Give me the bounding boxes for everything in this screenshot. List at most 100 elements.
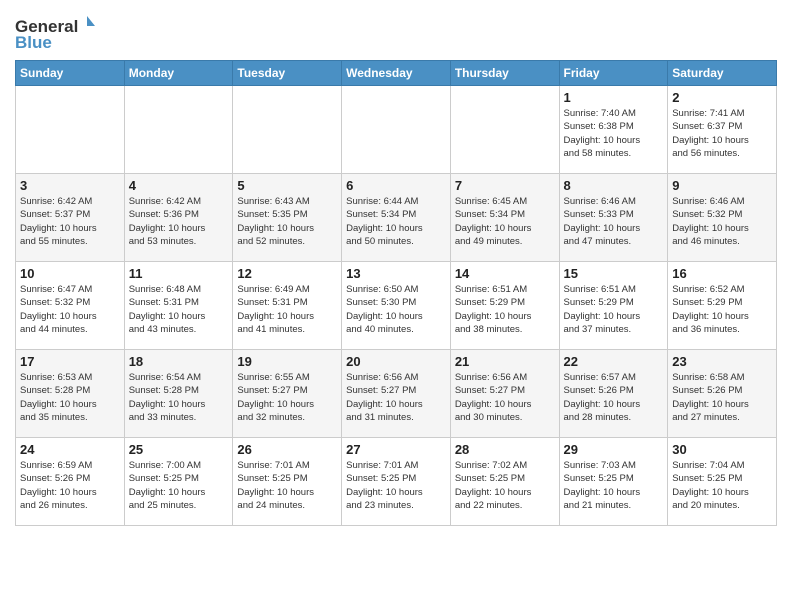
day-number: 5 xyxy=(237,178,337,193)
day-header-thursday: Thursday xyxy=(450,61,559,86)
day-number: 11 xyxy=(129,266,229,281)
day-info: Sunrise: 6:48 AM Sunset: 5:31 PM Dayligh… xyxy=(129,283,229,336)
calendar-header: SundayMondayTuesdayWednesdayThursdayFrid… xyxy=(16,61,777,86)
day-info: Sunrise: 7:01 AM Sunset: 5:25 PM Dayligh… xyxy=(237,459,337,512)
day-info: Sunrise: 6:46 AM Sunset: 5:32 PM Dayligh… xyxy=(672,195,772,248)
day-header-saturday: Saturday xyxy=(668,61,777,86)
day-info: Sunrise: 7:00 AM Sunset: 5:25 PM Dayligh… xyxy=(129,459,229,512)
day-info: Sunrise: 6:43 AM Sunset: 5:35 PM Dayligh… xyxy=(237,195,337,248)
day-info: Sunrise: 7:41 AM Sunset: 6:37 PM Dayligh… xyxy=(672,107,772,160)
day-info: Sunrise: 6:47 AM Sunset: 5:32 PM Dayligh… xyxy=(20,283,120,336)
empty-cell xyxy=(233,86,342,174)
day-cell-21: 21 Sunrise: 6:56 AM Sunset: 5:27 PM Dayli… xyxy=(450,350,559,438)
day-cell-14: 14 Sunrise: 6:51 AM Sunset: 5:29 PM Dayli… xyxy=(450,262,559,350)
day-info: Sunrise: 6:50 AM Sunset: 5:30 PM Dayligh… xyxy=(346,283,446,336)
day-number: 9 xyxy=(672,178,772,193)
day-info: Sunrise: 7:02 AM Sunset: 5:25 PM Dayligh… xyxy=(455,459,555,512)
day-number: 7 xyxy=(455,178,555,193)
day-cell-15: 15 Sunrise: 6:51 AM Sunset: 5:29 PM Dayli… xyxy=(559,262,668,350)
week-row-4: 24Sunrise: 6:59 AM Sunset: 5:26 PM Dayli… xyxy=(16,438,777,526)
day-number: 27 xyxy=(346,442,446,457)
day-header-monday: Monday xyxy=(124,61,233,86)
day-cell-19: 19 Sunrise: 6:55 AM Sunset: 5:27 PM Dayli… xyxy=(233,350,342,438)
calendar-table: SundayMondayTuesdayWednesdayThursdayFrid… xyxy=(15,60,777,526)
day-info: Sunrise: 6:57 AM Sunset: 5:26 PM Dayligh… xyxy=(564,371,664,424)
day-cell-5: 5 Sunrise: 6:43 AM Sunset: 5:35 PM Daylig… xyxy=(233,174,342,262)
day-header-wednesday: Wednesday xyxy=(342,61,451,86)
day-cell-17: 17 Sunrise: 6:53 AM Sunset: 5:28 PM Dayli… xyxy=(16,350,125,438)
day-cell-28: 28 Sunrise: 7:02 AM Sunset: 5:25 PM Dayli… xyxy=(450,438,559,526)
day-cell-12: 12 Sunrise: 6:49 AM Sunset: 5:31 PM Dayli… xyxy=(233,262,342,350)
day-cell-25: 25 Sunrise: 7:00 AM Sunset: 5:25 PM Dayli… xyxy=(124,438,233,526)
day-number: 28 xyxy=(455,442,555,457)
day-number: 15 xyxy=(564,266,664,281)
day-cell-6: 6 Sunrise: 6:44 AM Sunset: 5:34 PM Daylig… xyxy=(342,174,451,262)
day-info: Sunrise: 6:45 AM Sunset: 5:34 PM Dayligh… xyxy=(455,195,555,248)
empty-cell xyxy=(16,86,125,174)
day-info: Sunrise: 6:46 AM Sunset: 5:33 PM Dayligh… xyxy=(564,195,664,248)
day-info: Sunrise: 7:40 AM Sunset: 6:38 PM Dayligh… xyxy=(564,107,664,160)
logo: General Blue xyxy=(15,10,95,54)
day-cell-22: 22 Sunrise: 6:57 AM Sunset: 5:26 PM Dayli… xyxy=(559,350,668,438)
day-info: Sunrise: 6:54 AM Sunset: 5:28 PM Dayligh… xyxy=(129,371,229,424)
day-info: Sunrise: 6:53 AM Sunset: 5:28 PM Dayligh… xyxy=(20,371,120,424)
day-number: 20 xyxy=(346,354,446,369)
day-number: 13 xyxy=(346,266,446,281)
day-number: 10 xyxy=(20,266,120,281)
svg-text:Blue: Blue xyxy=(15,33,52,52)
week-row-2: 10 Sunrise: 6:47 AM Sunset: 5:32 PM Dayli… xyxy=(16,262,777,350)
header: General Blue xyxy=(15,10,777,54)
day-info: Sunrise: 6:44 AM Sunset: 5:34 PM Dayligh… xyxy=(346,195,446,248)
day-info: Sunrise: 6:58 AM Sunset: 5:26 PM Dayligh… xyxy=(672,371,772,424)
day-number: 26 xyxy=(237,442,337,457)
day-number: 4 xyxy=(129,178,229,193)
day-cell-10: 10 Sunrise: 6:47 AM Sunset: 5:32 PM Dayli… xyxy=(16,262,125,350)
day-cell-8: 8 Sunrise: 6:46 AM Sunset: 5:33 PM Daylig… xyxy=(559,174,668,262)
day-info: Sunrise: 6:42 AM Sunset: 5:36 PM Dayligh… xyxy=(129,195,229,248)
day-info: Sunrise: 7:01 AM Sunset: 5:25 PM Dayligh… xyxy=(346,459,446,512)
day-number: 22 xyxy=(564,354,664,369)
day-info: Sunrise: 6:51 AM Sunset: 5:29 PM Dayligh… xyxy=(564,283,664,336)
day-info: Sunrise: 6:52 AM Sunset: 5:29 PM Dayligh… xyxy=(672,283,772,336)
day-number: 30 xyxy=(672,442,772,457)
day-cell-11: 11 Sunrise: 6:48 AM Sunset: 5:31 PM Dayli… xyxy=(124,262,233,350)
header-row: SundayMondayTuesdayWednesdayThursdayFrid… xyxy=(16,61,777,86)
empty-cell xyxy=(450,86,559,174)
week-row-3: 17 Sunrise: 6:53 AM Sunset: 5:28 PM Dayli… xyxy=(16,350,777,438)
page: General Blue SundayMondayTuesdayWednesda… xyxy=(0,0,792,536)
day-cell-13: 13 Sunrise: 6:50 AM Sunset: 5:30 PM Dayli… xyxy=(342,262,451,350)
day-cell-20: 20 Sunrise: 6:56 AM Sunset: 5:27 PM Dayli… xyxy=(342,350,451,438)
day-info: Sunrise: 6:56 AM Sunset: 5:27 PM Dayligh… xyxy=(346,371,446,424)
day-number: 12 xyxy=(237,266,337,281)
day-cell-24: 24Sunrise: 6:59 AM Sunset: 5:26 PM Dayli… xyxy=(16,438,125,526)
calendar-body: 1 Sunrise: 7:40 AM Sunset: 6:38 PM Daylig… xyxy=(16,86,777,526)
day-number: 21 xyxy=(455,354,555,369)
week-row-1: 3Sunrise: 6:42 AM Sunset: 5:37 PM Daylig… xyxy=(16,174,777,262)
day-info: Sunrise: 6:42 AM Sunset: 5:37 PM Dayligh… xyxy=(20,195,120,248)
day-cell-18: 18Sunrise: 6:54 AM Sunset: 5:28 PM Dayli… xyxy=(124,350,233,438)
day-number: 8 xyxy=(564,178,664,193)
day-number: 17 xyxy=(20,354,120,369)
day-info: Sunrise: 6:49 AM Sunset: 5:31 PM Dayligh… xyxy=(237,283,337,336)
day-number: 19 xyxy=(237,354,337,369)
day-info: Sunrise: 6:51 AM Sunset: 5:29 PM Dayligh… xyxy=(455,283,555,336)
day-info: Sunrise: 6:55 AM Sunset: 5:27 PM Dayligh… xyxy=(237,371,337,424)
day-cell-1: 1 Sunrise: 7:40 AM Sunset: 6:38 PM Daylig… xyxy=(559,86,668,174)
day-header-tuesday: Tuesday xyxy=(233,61,342,86)
empty-cell xyxy=(342,86,451,174)
day-number: 1 xyxy=(564,90,664,105)
day-cell-26: 26 Sunrise: 7:01 AM Sunset: 5:25 PM Dayli… xyxy=(233,438,342,526)
day-number: 14 xyxy=(455,266,555,281)
day-number: 25 xyxy=(129,442,229,457)
logo-svg: General Blue xyxy=(15,14,95,54)
day-cell-2: 2Sunrise: 7:41 AM Sunset: 6:37 PM Daylig… xyxy=(668,86,777,174)
day-cell-23: 23Sunrise: 6:58 AM Sunset: 5:26 PM Dayli… xyxy=(668,350,777,438)
day-header-friday: Friday xyxy=(559,61,668,86)
day-cell-9: 9 Sunrise: 6:46 AM Sunset: 5:32 PM Daylig… xyxy=(668,174,777,262)
day-number: 6 xyxy=(346,178,446,193)
day-cell-30: 30Sunrise: 7:04 AM Sunset: 5:25 PM Dayli… xyxy=(668,438,777,526)
day-cell-3: 3Sunrise: 6:42 AM Sunset: 5:37 PM Daylig… xyxy=(16,174,125,262)
day-number: 16 xyxy=(672,266,772,281)
day-info: Sunrise: 6:56 AM Sunset: 5:27 PM Dayligh… xyxy=(455,371,555,424)
day-number: 29 xyxy=(564,442,664,457)
